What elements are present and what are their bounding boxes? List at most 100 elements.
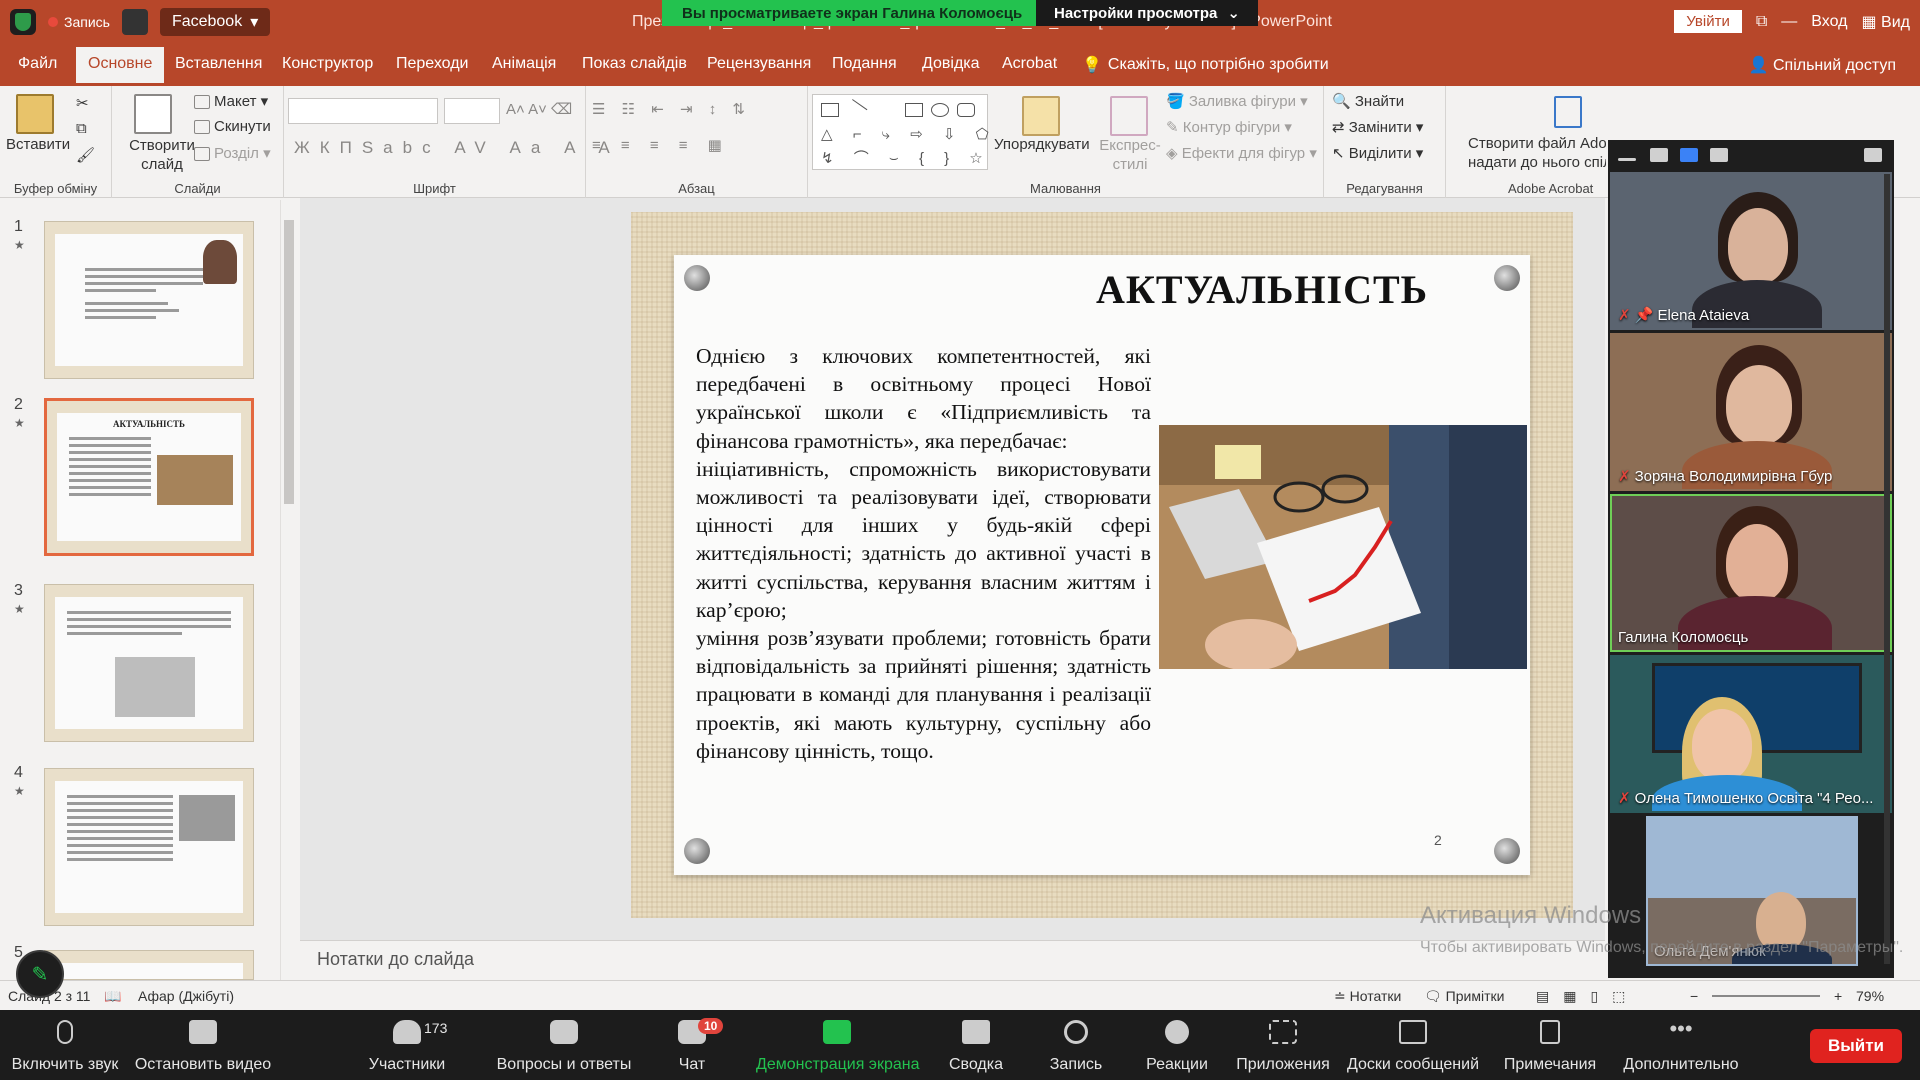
align-buttons-row[interactable]: ≡ ≡ ≡ ≡ ▦ (592, 136, 730, 154)
shapes-gallery[interactable]: △ ⌐ ⤷ ⇨ ⇩ ⬠ ↯ ⌒ ⌣ { } ☆ (812, 94, 991, 170)
arrange-icon[interactable] (1022, 96, 1060, 136)
tab-review[interactable]: Рецензування (707, 55, 811, 73)
zoom-in-icon[interactable]: + (1834, 988, 1842, 1004)
participant-tile-3[interactable]: Галина Коломоєць (1610, 494, 1892, 652)
zoom-slider[interactable] (1712, 995, 1820, 997)
section-button[interactable]: Розділ ▾ (194, 144, 271, 162)
tab-file[interactable]: Файл (18, 55, 57, 73)
line-shape-icon[interactable] (844, 99, 868, 121)
scrollbar-thumb[interactable] (284, 220, 294, 504)
qa-button[interactable]: Вопросы и ответы (494, 1010, 634, 1080)
new-slide-button[interactable]: Створити слайд (122, 136, 202, 174)
reset-button[interactable]: Скинути (194, 118, 271, 135)
textbox-shape-icon[interactable] (821, 103, 839, 117)
language-indicator[interactable]: Афар (Джібуті) (138, 988, 234, 1004)
apps-button[interactable]: Приложения (1236, 1010, 1330, 1080)
chart-icon[interactable] (121, 9, 148, 35)
more-button[interactable]: ••• Дополнительно (1618, 1010, 1744, 1080)
slide-title[interactable]: АКТУАЛЬНІСТЬ (1096, 266, 1428, 313)
share-button[interactable]: 👤 Спільний доступ (1749, 55, 1896, 75)
quick-styles-icon[interactable] (1110, 96, 1148, 136)
spellcheck-icon[interactable]: 📖 (104, 988, 121, 1005)
participant-tile-2[interactable]: ✗ Зоряна Володимирівна Гбур (1610, 333, 1892, 491)
tab-design[interactable]: Конструктор (282, 55, 373, 73)
notes-toggle[interactable]: ≐ Нотатки (1334, 988, 1401, 1005)
participant-tile-1[interactable]: ✗ 📌 Elena Ataieva (1610, 172, 1892, 330)
login-button[interactable]: Вход (1811, 13, 1847, 31)
tab-home[interactable]: Основне (76, 47, 165, 83)
tell-me-search[interactable]: 💡 Скажіть, що потрібно зробити (1082, 55, 1329, 75)
minimize-icon[interactable]: — (1781, 13, 1797, 31)
strip-view-icon[interactable] (1680, 148, 1698, 162)
tab-slideshow[interactable]: Показ слайдів (582, 55, 687, 73)
tab-help[interactable]: Довідка (922, 55, 980, 73)
share-screen-button[interactable]: Демонстрация экрана (756, 1010, 920, 1080)
tab-animations[interactable]: Анімація (492, 55, 556, 73)
grid-view-icon[interactable] (1710, 148, 1728, 162)
slide-thumbnail-1[interactable] (44, 221, 254, 379)
thumbnails-scrollbar[interactable] (280, 200, 296, 980)
record-button[interactable]: Запись (1044, 1010, 1108, 1080)
format-painter-icon[interactable]: 🖌 (76, 146, 95, 164)
stop-video-button[interactable]: Остановить видео (132, 1010, 274, 1080)
slide-thumbnail-2[interactable]: АКТУАЛЬНІСТЬ (44, 398, 254, 556)
zoom-level[interactable]: 79% (1856, 988, 1884, 1004)
find-button[interactable]: 🔍 Знайти (1332, 92, 1404, 110)
more-shapes-row[interactable]: △ ⌐ ⤷ ⇨ ⇩ ⬠ (821, 125, 997, 143)
gallery-scrollbar[interactable] (1884, 174, 1890, 964)
copy-icon[interactable]: ⧉ (76, 120, 87, 137)
record-indicator[interactable]: Запись (48, 14, 110, 30)
ribbon-display-icon[interactable]: ⧉ (1756, 13, 1767, 31)
font-grow-icon[interactable]: A˄ A˅ ⌫ (506, 100, 572, 118)
select-button[interactable]: ↖ Виділити ▾ (1332, 144, 1423, 162)
oval-shape-icon[interactable] (931, 103, 949, 117)
whiteboards-button[interactable]: Доски сообщений (1342, 1010, 1484, 1080)
rectangle-shape-icon[interactable] (905, 103, 923, 117)
slide-body-text[interactable]: Однією з ключових компетентностей, які п… (696, 342, 1151, 765)
replace-button[interactable]: ⇄ Замінити ▾ (1332, 118, 1423, 136)
unmute-button[interactable]: Включить звук (0, 1010, 130, 1080)
slide-photo[interactable] (1159, 425, 1527, 669)
create-pdf-button[interactable]: Створити файл Adobe PDF і надати до ньог… (1468, 134, 1606, 172)
minimize-icon[interactable] (1618, 158, 1636, 161)
paste-icon[interactable] (16, 94, 54, 134)
rounded-rect-shape-icon[interactable] (957, 103, 975, 117)
new-slide-icon[interactable] (134, 94, 172, 134)
shape-outline-button[interactable]: ✎ Контур фігури ▾ (1166, 118, 1292, 136)
shape-fill-button[interactable]: 🪣 Заливка фігури ▾ (1166, 92, 1308, 110)
slide-thumbnail-5[interactable] (44, 950, 254, 980)
shape-effects-button[interactable]: ◈ Ефекти для фігур ▾ (1166, 144, 1317, 162)
app-switcher[interactable]: Facebook ▾ (159, 8, 271, 36)
slide-thumbnail-4[interactable] (44, 768, 254, 926)
zoom-out-icon[interactable]: − (1690, 988, 1698, 1004)
security-shield-icon[interactable] (10, 9, 36, 35)
reactions-button[interactable]: Реакции (1144, 1010, 1210, 1080)
participants-button[interactable]: 173 Участники (362, 1010, 452, 1080)
sign-in-button[interactable]: Увійти (1674, 10, 1742, 33)
layout-button[interactable]: Макет ▾ (194, 92, 268, 110)
font-size-combo[interactable] (444, 98, 500, 124)
participant-tile-4[interactable]: ✗ Олена Тимошенко Освіта "4 Рео... (1610, 655, 1892, 813)
arrange-button[interactable]: Упорядкувати (994, 136, 1090, 153)
summary-button[interactable]: Сводка (944, 1010, 1008, 1080)
chat-button[interactable]: 10 Чат (662, 1010, 724, 1080)
font-family-combo[interactable] (288, 98, 438, 124)
tab-transitions[interactable]: Переходи (396, 55, 468, 73)
tab-view[interactable]: Подання (832, 55, 897, 73)
curve-shapes-row[interactable]: ↯ ⌒ ⌣ { } ☆ (821, 147, 991, 168)
window-mode-icon[interactable] (1864, 148, 1882, 162)
slide-thumbnail-3[interactable] (44, 584, 254, 742)
notes-pane[interactable]: Нотатки до слайда (300, 940, 1605, 980)
view-button[interactable]: ▦ Вид (1861, 12, 1910, 32)
create-pdf-icon[interactable] (1554, 96, 1582, 128)
speaker-view-icon[interactable] (1650, 148, 1668, 162)
tab-acrobat[interactable]: Acrobat (1002, 55, 1057, 73)
annotate-pen-button[interactable]: ✎ (16, 950, 64, 998)
view-options-button[interactable]: Настройки просмотра ⌄ (1036, 0, 1258, 26)
notes-button[interactable]: Примечания (1498, 1010, 1602, 1080)
comments-toggle[interactable]: 🗨 Примітки (1424, 988, 1504, 1005)
tab-insert[interactable]: Вставлення (175, 55, 262, 73)
font-format-row[interactable]: ЖКПSabc AV Aa A A (294, 138, 620, 158)
list-buttons-row[interactable]: ☰ ☷ ⇤ ⇥ ↕ ⇅ (592, 100, 751, 118)
view-buttons[interactable]: ▤▦▯⬚ (1536, 988, 1639, 1005)
